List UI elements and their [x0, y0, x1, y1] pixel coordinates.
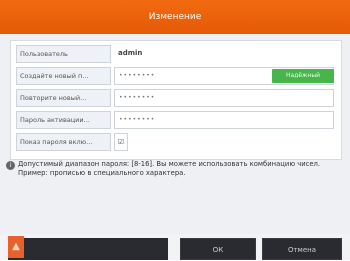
confirm-password-label: Повторите новый... — [16, 89, 111, 107]
confirm-password-input[interactable]: •••••••• — [114, 89, 334, 107]
confirm-password-row: Повторите новый... •••••••• — [16, 89, 334, 107]
new-password-row: Создайте новый п... •••••••• Надёжный — [16, 67, 334, 85]
info-icon: i — [6, 161, 15, 170]
password-hint-note: Допустимый диапазон пароля: [8-16]. Вы м… — [18, 160, 321, 177]
activation-password-label: Пароль активации... — [16, 111, 111, 129]
username-value: admin — [118, 49, 143, 57]
password-change-dialog: Изменение Пользователь admin Создайте но… — [0, 0, 350, 260]
username-label: Пользователь — [16, 45, 111, 63]
activation-password-input[interactable]: •••••••• — [114, 111, 334, 129]
cancel-button[interactable]: Отмена — [262, 238, 342, 260]
show-password-label: Показ пароля вклю... — [16, 133, 111, 151]
activation-password-row: Пароль активации... •••••••• — [16, 111, 334, 129]
password-strength-badge: Надёжный — [272, 69, 334, 83]
status-strip — [8, 238, 168, 260]
form-panel: Пользователь admin Создайте новый п... •… — [10, 40, 342, 160]
dialog-titlebar: Изменение — [0, 0, 350, 34]
new-password-label: Создайте новый п... — [16, 67, 111, 85]
dialog-title: Изменение — [148, 12, 202, 22]
ok-button[interactable]: ОК — [180, 238, 256, 260]
show-password-checkbox[interactable]: ☑ — [114, 133, 128, 151]
warning-icon[interactable]: ▲ — [8, 236, 24, 258]
username-row: Пользователь admin — [16, 45, 334, 63]
show-password-row: Показ пароля вклю... ☑ — [16, 133, 334, 151]
